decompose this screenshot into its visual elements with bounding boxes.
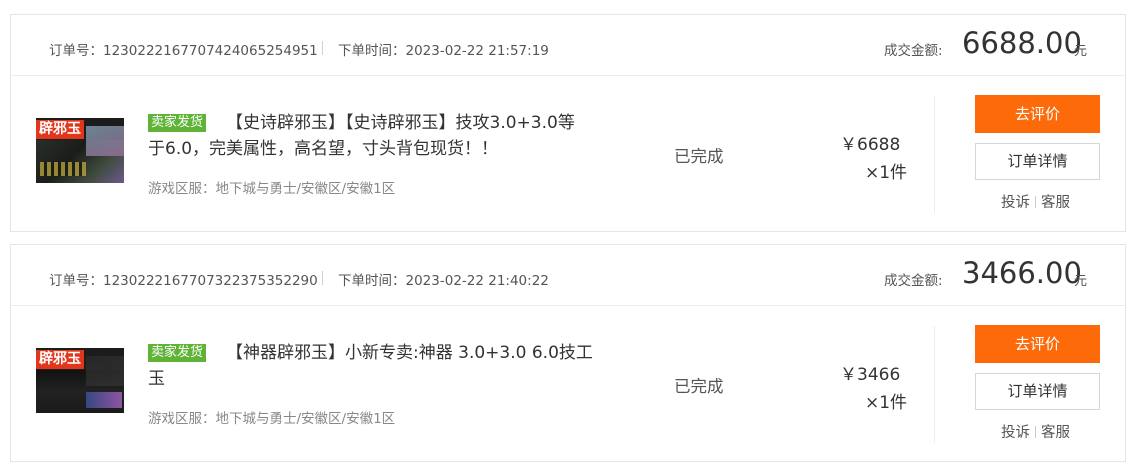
review-button[interactable]: 去评价 xyxy=(975,325,1100,363)
column-divider xyxy=(934,326,935,443)
column-divider xyxy=(934,96,935,213)
product-title-line[interactable]: 【神器辟邪玉】小新专卖:神器 3.0+3.0 6.0技工 xyxy=(226,340,638,366)
review-button[interactable]: 去评价 xyxy=(975,95,1100,133)
thumbnail-detail xyxy=(86,126,124,156)
product-title-line[interactable]: 于6.0，完美属性，高名望，寸头背包现货！！ xyxy=(148,136,638,162)
order-status: 已完成 xyxy=(674,147,724,166)
order-detail-button[interactable]: 订单详情 xyxy=(975,143,1100,180)
seller-ship-badge: 卖家发货 xyxy=(148,114,207,132)
product-title[interactable]: 【神器辟邪玉】小新专卖:神器 3.0+3.0 6.0技工 玉 xyxy=(148,340,638,392)
currency-unit: 元 xyxy=(1074,44,1088,59)
product-title[interactable]: 【史诗辟邪玉】【史诗辟邪玉】技攻3.0+3.0等 于6.0，完美属性，高名望，寸… xyxy=(148,110,638,162)
customer-service-link[interactable]: 客服 xyxy=(1041,195,1070,211)
complain-link[interactable]: 投诉 xyxy=(1001,425,1030,441)
order-number: 订单号：1230222167707424065254951 xyxy=(49,43,318,59)
complain-link[interactable]: 投诉 xyxy=(1001,195,1030,211)
thumbnail-detail xyxy=(86,356,124,386)
currency-unit: 元 xyxy=(1074,274,1088,289)
product-thumbnail[interactable]: 辟邪玉 xyxy=(36,118,124,183)
order-time: 下单时间：2023-02-22 21:57:19 xyxy=(338,43,549,59)
link-divider xyxy=(1035,426,1036,438)
order-header: 订单号：1230222167707424065254951 下单时间：2023-… xyxy=(11,15,1125,76)
order-number: 订单号：1230222167707322375352290 xyxy=(49,273,318,289)
product-title-line[interactable]: 【史诗辟邪玉】【史诗辟邪玉】技攻3.0+3.0等 xyxy=(226,110,638,136)
thumbnail-detail xyxy=(86,392,122,408)
thumbnail-logo: 辟邪玉 xyxy=(36,350,84,369)
order-card: 订单号：1230222167707424065254951 下单时间：2023-… xyxy=(10,14,1126,232)
thumbnail-logo: 辟邪玉 xyxy=(36,120,84,139)
game-region: 游戏区服：地下城与勇士/安徽区/安徽1区 xyxy=(148,411,396,427)
order-time: 下单时间：2023-02-22 21:40:22 xyxy=(338,273,549,289)
header-divider xyxy=(322,41,323,55)
order-status: 已完成 xyxy=(674,377,724,396)
thumbnail-detail xyxy=(40,162,86,176)
order-detail-button[interactable]: 订单详情 xyxy=(975,373,1100,410)
order-header: 订单号：1230222167707322375352290 下单时间：2023-… xyxy=(11,245,1125,306)
seller-ship-badge: 卖家发货 xyxy=(148,344,207,362)
order-card: 订单号：1230222167707322375352290 下单时间：2023-… xyxy=(10,244,1126,462)
unit-price: ￥6688 xyxy=(840,135,901,155)
product-thumbnail[interactable]: 辟邪玉 xyxy=(36,348,124,413)
order-links: 投诉 客服 xyxy=(1001,191,1070,212)
amount-label: 成交金额: xyxy=(884,273,943,289)
header-divider xyxy=(322,271,323,285)
quantity: ×1件 xyxy=(865,393,908,413)
order-links: 投诉 客服 xyxy=(1001,421,1070,442)
game-region: 游戏区服：地下城与勇士/安徽区/安徽1区 xyxy=(148,181,396,197)
product-title-line[interactable]: 玉 xyxy=(148,366,638,392)
link-divider xyxy=(1035,196,1036,208)
order-amount: 6688.00 xyxy=(962,26,1082,60)
amount-label: 成交金额: xyxy=(884,43,943,59)
order-amount: 3466.00 xyxy=(962,256,1082,290)
quantity: ×1件 xyxy=(865,163,908,183)
unit-price: ￥3466 xyxy=(840,365,901,385)
customer-service-link[interactable]: 客服 xyxy=(1041,425,1070,441)
